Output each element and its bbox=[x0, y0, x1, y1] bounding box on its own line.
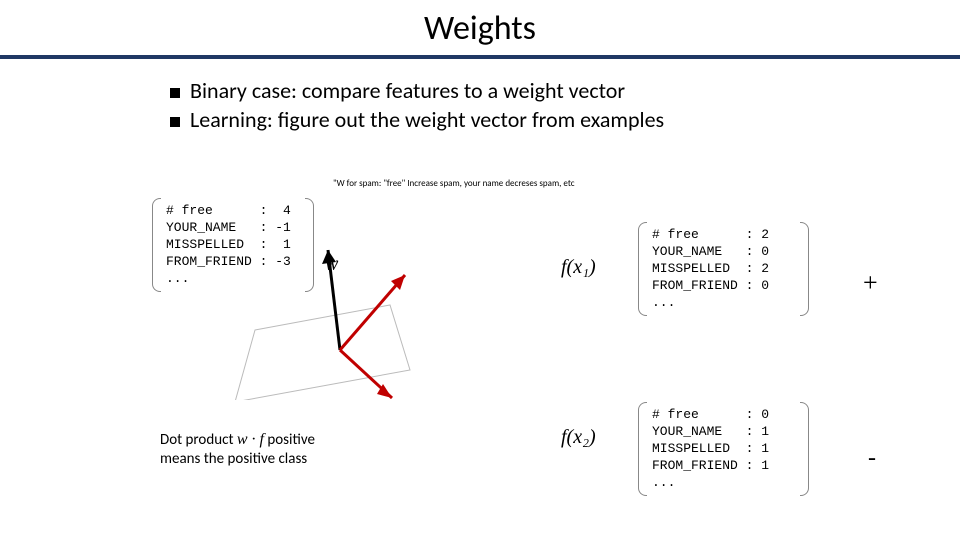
dotprod-text-2: positive bbox=[264, 431, 315, 449]
bracket-left bbox=[638, 222, 647, 316]
class-plus-label: + bbox=[863, 268, 878, 298]
dotprod-text-1: Dot product bbox=[160, 431, 237, 449]
math-fx2: f(x₂) bbox=[561, 426, 596, 449]
bullet-list: Binary case: compare features to a weigh… bbox=[170, 77, 960, 133]
math-fx1: f(x₁) bbox=[561, 256, 596, 279]
fx2-vector: # free : 0 YOUR_NAME : 1 MISSPELLED : 1 … bbox=[652, 406, 769, 491]
bracket-right bbox=[800, 222, 809, 316]
bullet-item: Learning: figure out the weight vector f… bbox=[170, 106, 960, 133]
bullet-text: Learning: figure out the weight vector f… bbox=[190, 106, 664, 133]
small-annotation: "W for spam: "free" Increase spam, your … bbox=[333, 178, 575, 189]
bracket-left bbox=[638, 402, 647, 496]
title-rule bbox=[0, 55, 960, 59]
slide: Weights Binary case: compare features to… bbox=[0, 0, 960, 540]
weight-vector: # free : 4 YOUR_NAME : -1 MISSPELLED : 1… bbox=[166, 202, 291, 287]
bracket-left bbox=[152, 198, 161, 292]
bullet-marker bbox=[170, 117, 180, 127]
dot-product-note: Dot product w · f positive means the pos… bbox=[160, 430, 370, 469]
bracket-right bbox=[800, 402, 809, 496]
fx1-vector: # free : 2 YOUR_NAME : 0 MISSPELLED : 2 … bbox=[652, 226, 769, 311]
math-w-dot-f: w · f bbox=[237, 431, 264, 448]
math-w: w bbox=[325, 253, 338, 276]
class-minus-label: - bbox=[868, 445, 876, 472]
bullet-text: Binary case: compare features to a weigh… bbox=[190, 77, 625, 104]
dotprod-text-3: means the positive class bbox=[160, 450, 307, 468]
bracket-right bbox=[305, 198, 314, 292]
slide-title: Weights bbox=[0, 0, 960, 55]
bullet-marker bbox=[170, 88, 180, 98]
bullet-item: Binary case: compare features to a weigh… bbox=[170, 77, 960, 104]
